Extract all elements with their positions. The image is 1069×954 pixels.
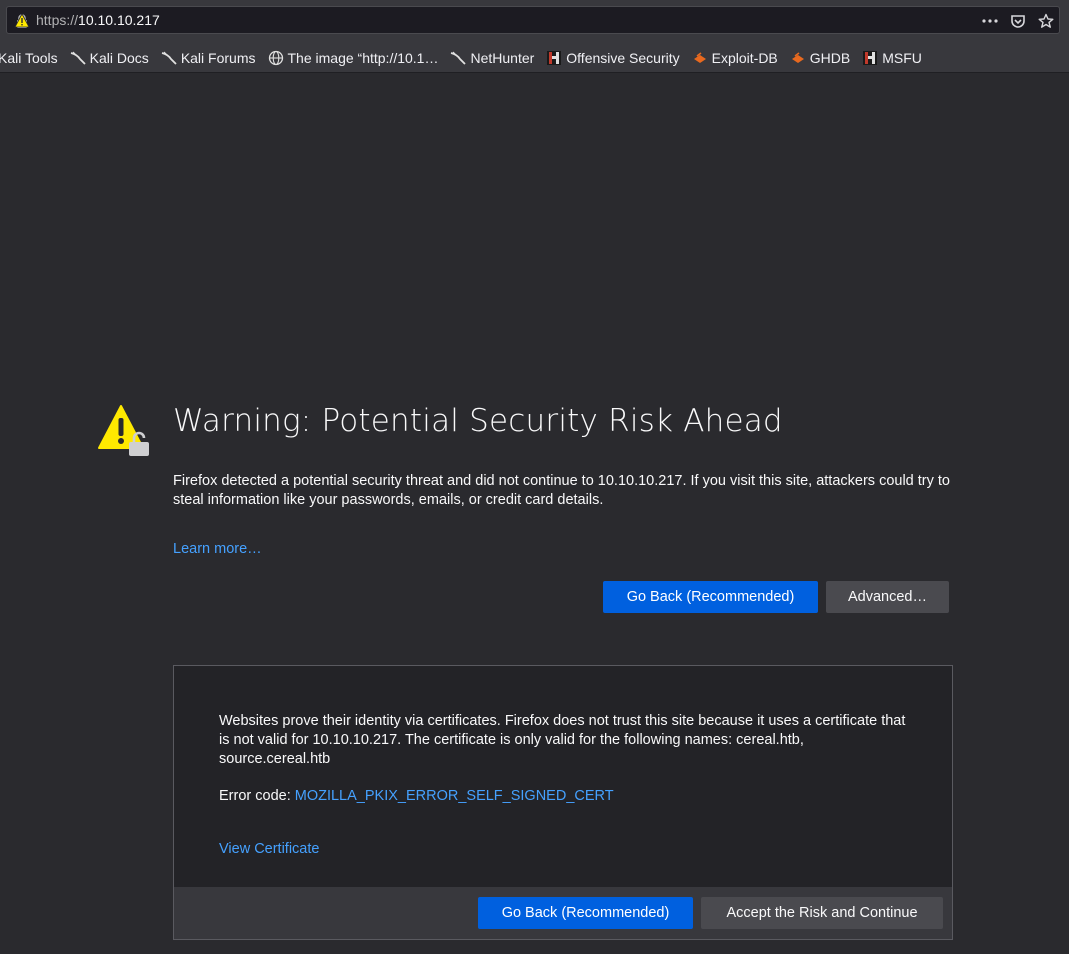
bookmark-label: Offensive Security <box>566 49 680 66</box>
error-code-link[interactable]: MOZILLA_PKIX_ERROR_SELF_SIGNED_CERT <box>295 788 614 804</box>
bookmark-label: Kali Forums <box>180 49 256 66</box>
advanced-button[interactable]: Advanced… <box>826 581 949 613</box>
certificate-explanation: Websites prove their identity via certif… <box>219 713 906 767</box>
bookmark-star-icon[interactable] <box>1037 12 1055 30</box>
learn-more-link[interactable]: Learn more… <box>173 541 262 557</box>
url-text[interactable]: https://10.10.10.217 <box>36 12 160 28</box>
bookmark-kali-tools[interactable]: Kali Tools <box>0 47 64 69</box>
url-bar[interactable]: https://10.10.10.217 <box>6 6 1060 34</box>
bookmark-nethunter[interactable]: NetHunter <box>444 47 540 69</box>
bookmark-kali-forums[interactable]: Kali Forums <box>155 47 262 69</box>
bookmarks-toolbar: Kali Tools Kali Docs Kali Forums The ima… <box>0 43 1069 73</box>
url-actions <box>981 10 1055 32</box>
globe-icon <box>268 50 284 66</box>
url-protocol: https:// <box>36 12 79 28</box>
bookmark-image[interactable]: The image “http://10.1… <box>262 47 445 69</box>
page-actions-icon[interactable] <box>981 12 999 30</box>
kali-dragon-icon <box>161 50 177 66</box>
bookmark-msfu[interactable]: MSFU <box>856 47 928 69</box>
url-host: 10.10.10.217 <box>78 12 160 28</box>
error-description: Firefox detected a potential security th… <box>173 473 950 508</box>
kali-dragon-icon <box>450 50 467 66</box>
nav-toolbar: https://10.10.10.217 <box>0 0 1069 43</box>
accept-risk-button[interactable]: Accept the Risk and Continue <box>701 897 943 929</box>
kali-dragon-icon <box>70 50 86 66</box>
exploitdb-icon <box>692 50 708 66</box>
pocket-icon[interactable] <box>1009 12 1027 30</box>
advanced-panel: Websites prove their identity via certif… <box>173 665 953 940</box>
bookmark-label: MSFU <box>882 49 922 66</box>
go-back-button[interactable]: Go Back (Recommended) <box>603 581 818 613</box>
bookmark-ghdb[interactable]: GHDB <box>784 47 856 69</box>
bookmark-label: Exploit-DB <box>711 49 778 66</box>
bookmark-label: Kali Tools <box>0 49 58 66</box>
view-certificate-link[interactable]: View Certificate <box>219 841 319 857</box>
bookmark-kali-docs[interactable]: Kali Docs <box>64 47 155 69</box>
warning-icon <box>97 404 151 458</box>
offsec-icon <box>546 50 562 66</box>
error-code-line: Error code: MOZILLA_PKIX_ERROR_SELF_SIGN… <box>219 788 614 804</box>
bookmark-label: GHDB <box>809 49 851 66</box>
insecure-lock-icon[interactable] <box>14 13 30 29</box>
offsec-icon <box>862 50 878 66</box>
bookmark-offensive-security[interactable]: Offensive Security <box>540 47 685 69</box>
bookmark-exploit-db[interactable]: Exploit-DB <box>686 47 784 69</box>
bookmark-label: The image “http://10.1… <box>287 49 439 66</box>
exploitdb-icon <box>790 50 806 66</box>
error-code-label: Error code: <box>219 788 295 804</box>
bookmark-label: NetHunter <box>470 49 535 66</box>
bookmark-label: Kali Docs <box>89 49 149 66</box>
page-title: Warning: Potential Security Risk Ahead <box>173 403 783 439</box>
go-back-button-2[interactable]: Go Back (Recommended) <box>478 897 693 929</box>
advanced-panel-footer: Go Back (Recommended) Accept the Risk an… <box>174 887 952 939</box>
